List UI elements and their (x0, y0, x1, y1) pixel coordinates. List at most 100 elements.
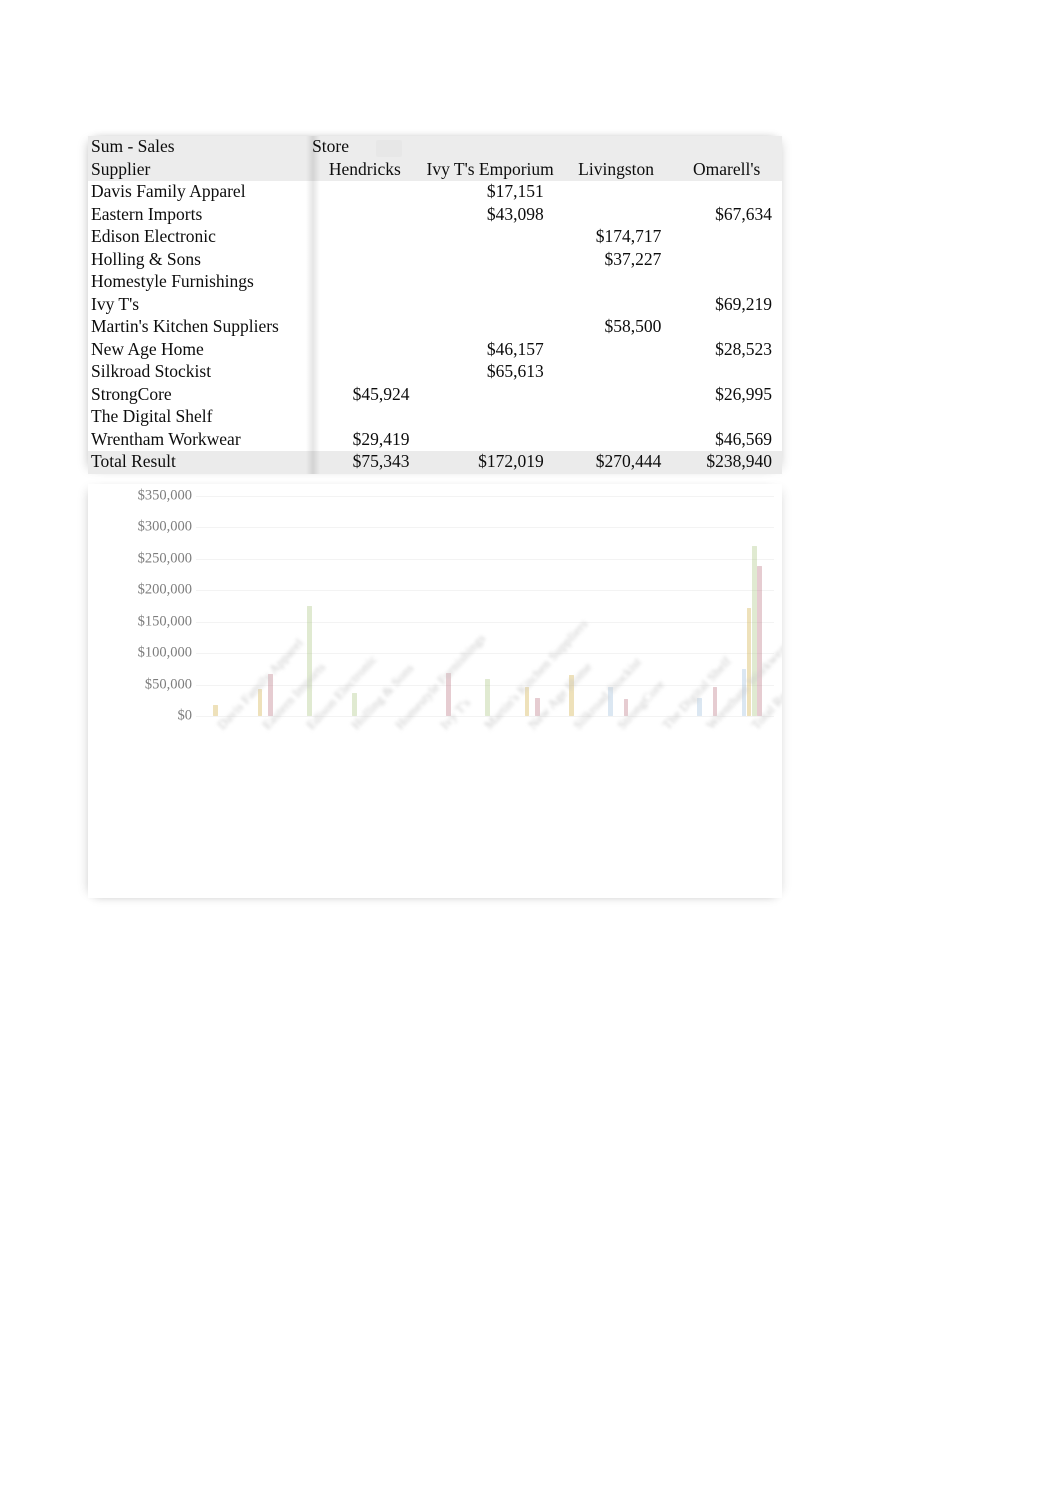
column-header-omarells[interactable]: Omarell's (671, 158, 782, 181)
table-cell (671, 249, 782, 272)
table-cell (310, 361, 419, 384)
table-cell: $46,569 (715, 428, 772, 449)
column-filter-button[interactable] (376, 140, 402, 157)
y-axis-tick-label: $350,000 (137, 487, 192, 504)
table-row: Holling & Sons $37,227 (88, 249, 782, 272)
chart-bar[interactable] (746, 607, 752, 716)
row-label: Holling & Sons (91, 248, 201, 269)
table-cell (561, 271, 672, 294)
y-axis-tick-label: $250,000 (137, 550, 192, 567)
table-cell (561, 339, 672, 362)
table-cell (310, 316, 419, 339)
table-cell (310, 226, 419, 249)
chart-bar[interactable] (757, 565, 762, 716)
chart-gridline (196, 527, 774, 529)
table-cell (310, 294, 419, 317)
total-livingston: $270,444 (560, 451, 672, 474)
table-cell (671, 361, 782, 384)
row-label: Silkroad Stockist (91, 361, 212, 381)
row-label: Eastern Imports (91, 203, 203, 224)
table-cell (561, 181, 672, 204)
chart-gridline (196, 590, 774, 592)
table-cell (420, 249, 561, 272)
chart-bar[interactable] (213, 705, 218, 716)
table-cell (671, 181, 782, 204)
column-field-label[interactable]: Store (310, 136, 420, 159)
header-spacer-1 (419, 136, 561, 159)
table-row: Edison Electronic $174,717 (88, 226, 782, 249)
table-cell (420, 294, 561, 317)
y-axis-tick-label: $200,000 (137, 581, 192, 598)
table-row: Ivy T's $69,219 (88, 294, 782, 317)
table-cell (310, 204, 419, 227)
chart-bar[interactable] (485, 679, 490, 716)
x-axis-category-labels: Davis Family Apparel Eastern Imports Ediso… (196, 616, 782, 894)
table-cell (671, 226, 782, 249)
table-row: StrongCore $45,924 $26,995 (88, 384, 782, 407)
column-header-livingston[interactable]: Livingston (560, 158, 672, 181)
table-row: New Age Home $46,157 $28,523 (88, 339, 782, 362)
chart-gridline (196, 621, 774, 623)
pivot-chart-panel: $350,000 $300,000 $250,000 $200,000 $150,000… (88, 484, 782, 898)
y-axis-tick-label: $100,000 (137, 644, 192, 661)
total-row-label: Total Result (88, 451, 311, 474)
row-label: New Age Home (91, 338, 204, 359)
row-label: Ivy T's (91, 293, 140, 314)
pivot-total-row: Total Result $75,343 $172,019 $270,444 $… (88, 451, 782, 474)
pivot-table-panel: Sum - Sales Store Supplier Hendricks Ivy… (88, 136, 782, 474)
table-cell (420, 429, 561, 452)
table-cell: $46,157 (486, 338, 544, 359)
table-cell (561, 384, 672, 407)
table-cell: $28,523 (715, 338, 772, 359)
table-row: Martin's Kitchen Suppliers $58,500 (88, 316, 782, 339)
pivot-body: Davis Family Apparel $17,151 Eastern Impor… (88, 181, 782, 451)
row-label: Wrentham Workwear (91, 428, 241, 449)
header-spacer-3 (671, 136, 782, 159)
table-cell (310, 181, 419, 204)
row-label: Edison Electronic (91, 226, 216, 246)
table-cell: $37,227 (604, 248, 662, 269)
table-cell (420, 316, 561, 339)
table-cell (671, 271, 782, 294)
table-row: Wrentham Workwear $29,419 $46,569 (88, 429, 782, 452)
table-cell (671, 316, 782, 339)
table-row: Silkroad Stockist $65,613 (88, 361, 782, 384)
chart-gridline (196, 558, 774, 560)
table-cell (310, 406, 419, 429)
table-cell (420, 271, 561, 294)
table-cell: $29,419 (352, 428, 410, 449)
table-cell (561, 406, 672, 429)
row-field-label[interactable]: Supplier (88, 158, 311, 181)
row-label: Davis Family Apparel (91, 181, 246, 201)
pivot-table: Sum - Sales Store Supplier Hendricks Ivy… (88, 136, 782, 474)
column-header-hendricks[interactable]: Hendricks (310, 158, 420, 181)
table-cell: $67,634 (715, 203, 772, 224)
total-hendricks: $75,343 (310, 451, 420, 474)
table-cell: $45,924 (352, 383, 410, 404)
table-cell (310, 271, 419, 294)
row-label: StrongCore (91, 383, 172, 404)
table-cell: $69,219 (715, 293, 772, 314)
table-cell (420, 384, 561, 407)
table-cell: $65,613 (486, 361, 544, 381)
table-cell: $174,717 (595, 226, 662, 246)
y-axis-tick-label: $50,000 (144, 676, 192, 693)
total-omarells: $238,940 (671, 451, 782, 474)
table-cell (561, 204, 672, 227)
table-cell (561, 361, 672, 384)
chart-bar[interactable] (307, 606, 313, 716)
y-axis-tick-label: $150,000 (137, 613, 192, 630)
table-cell (420, 406, 561, 429)
chart-plot-area (196, 496, 774, 717)
table-row: The Digital Shelf (88, 406, 782, 429)
table-cell (561, 429, 672, 452)
total-ivy-ts-emporium: $172,019 (419, 451, 561, 474)
table-cell: $26,995 (715, 383, 772, 404)
value-field-label[interactable]: Sum - Sales (88, 136, 311, 159)
column-header-ivy-ts-emporium[interactable]: Ivy T's Emporium (419, 158, 561, 181)
y-axis-tick-labels: $350,000 $300,000 $250,000 $200,000 $150,000… (88, 488, 192, 724)
table-cell (561, 294, 672, 317)
row-label: Martin's Kitchen Suppliers (91, 316, 279, 336)
chart-gridline (196, 496, 774, 497)
y-axis-tick-label: $300,000 (137, 518, 192, 535)
